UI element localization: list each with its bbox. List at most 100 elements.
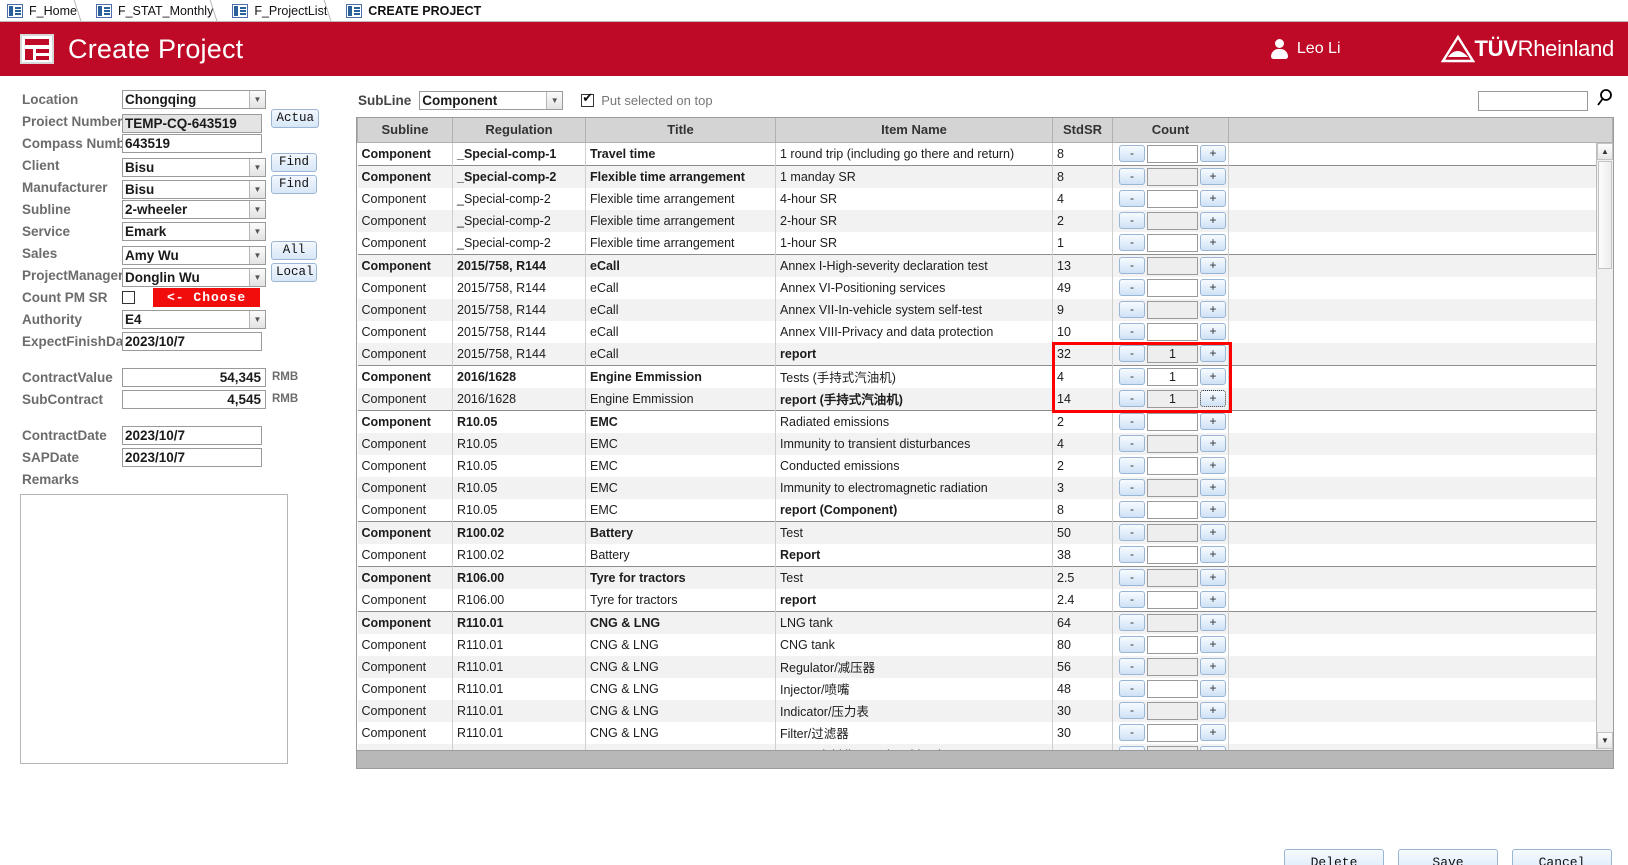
- count-decrement-button[interactable]: -: [1119, 479, 1145, 496]
- contract-value-input[interactable]: [122, 367, 266, 387]
- count-increment-button[interactable]: +: [1200, 301, 1226, 318]
- table-row[interactable]: Component R100.02 Battery Report 38- +: [357, 543, 1613, 566]
- count-input[interactable]: [1147, 523, 1198, 542]
- table-row[interactable]: Component 2015/758, R144 eCall report 32-1 +: [357, 342, 1613, 365]
- scroll-down-arrow-icon[interactable]: ▼: [1597, 732, 1613, 749]
- column-header-item-name[interactable]: Item Name: [775, 118, 1053, 143]
- table-row[interactable]: Component R10.05 EMC Radiated emissions 2- +: [357, 409, 1613, 433]
- count-increment-button[interactable]: +: [1200, 368, 1226, 385]
- compass-number-input[interactable]: [122, 133, 262, 153]
- count-increment-button[interactable]: +: [1200, 345, 1226, 362]
- count-input[interactable]: [1147, 500, 1198, 519]
- column-header-title[interactable]: Title: [585, 118, 776, 143]
- count-decrement-button[interactable]: -: [1119, 435, 1145, 452]
- count-input[interactable]: [1147, 723, 1198, 742]
- table-row[interactable]: Component R106.00 Tyre for tractors report 2…: [357, 588, 1613, 611]
- count-decrement-button[interactable]: -: [1119, 680, 1145, 697]
- table-row[interactable]: Component 2016/1628 Engine Emmission report…: [357, 387, 1613, 410]
- table-row[interactable]: Component _Special-comp-2 Flexible time ar…: [357, 164, 1613, 188]
- count-increment-button[interactable]: +: [1200, 390, 1226, 407]
- count-input[interactable]: [1147, 590, 1198, 609]
- count-increment-button[interactable]: +: [1200, 724, 1226, 741]
- count-decrement-button[interactable]: -: [1119, 457, 1145, 474]
- count-input[interactable]: [1147, 568, 1198, 587]
- count-input[interactable]: 1: [1147, 344, 1198, 363]
- table-row[interactable]: Component _Special-comp-2 Flexible time ar…: [357, 231, 1613, 254]
- count-decrement-button[interactable]: -: [1119, 614, 1145, 631]
- tab-f-projectlist[interactable]: F_ProjectList: [227, 0, 345, 21]
- count-increment-button[interactable]: +: [1200, 569, 1226, 586]
- count-input[interactable]: [1147, 189, 1198, 208]
- count-pm-sr-checkbox[interactable]: [122, 290, 135, 304]
- count-decrement-button[interactable]: -: [1119, 658, 1145, 675]
- table-row[interactable]: Component 2015/758, R144 eCall Annex VII-In…: [357, 298, 1613, 321]
- count-decrement-button[interactable]: -: [1119, 569, 1145, 586]
- horizontal-scrollbar[interactable]: [357, 750, 1613, 768]
- table-row[interactable]: Component R100.02 Battery Test 50- +: [357, 520, 1613, 544]
- table-row[interactable]: Component _Special-comp-2 Flexible time ar…: [357, 187, 1613, 210]
- count-decrement-button[interactable]: -: [1119, 368, 1145, 385]
- count-increment-button[interactable]: +: [1200, 457, 1226, 474]
- delete-button[interactable]: Delete: [1284, 849, 1384, 865]
- project-manager-local-button[interactable]: Local: [271, 263, 317, 282]
- count-input[interactable]: [1147, 679, 1198, 698]
- table-row[interactable]: Component R106.00 Tyre for tractors Test 2.5…: [357, 565, 1613, 589]
- search-icon[interactable]: [1594, 88, 1614, 113]
- count-increment-button[interactable]: +: [1200, 145, 1226, 162]
- sub-contract-input[interactable]: [122, 389, 266, 409]
- count-decrement-button[interactable]: -: [1119, 234, 1145, 251]
- count-decrement-button[interactable]: -: [1119, 501, 1145, 518]
- count-increment-button[interactable]: +: [1200, 413, 1226, 430]
- count-increment-button[interactable]: +: [1200, 658, 1226, 675]
- count-input[interactable]: [1147, 300, 1198, 319]
- count-decrement-button[interactable]: -: [1119, 591, 1145, 608]
- table-row[interactable]: Component R110.01 CNG & LNG Filter/过滤器 30- +: [357, 721, 1613, 744]
- user-menu[interactable]: Leo Li: [1270, 39, 1341, 59]
- count-input[interactable]: [1147, 613, 1198, 632]
- count-decrement-button[interactable]: -: [1119, 301, 1145, 318]
- count-decrement-button[interactable]: -: [1119, 345, 1145, 362]
- subline-filter-select[interactable]: Component: [419, 90, 564, 110]
- project-manager-select[interactable]: Donglin Wu: [122, 268, 266, 287]
- table-row[interactable]: Component _Special-comp-2 Flexible time ar…: [357, 209, 1613, 232]
- count-input[interactable]: [1147, 434, 1198, 453]
- tab-f-stat-monthly[interactable]: F_STAT_Monthly: [90, 0, 231, 21]
- count-decrement-button[interactable]: -: [1119, 724, 1145, 741]
- count-input[interactable]: 1: [1147, 367, 1198, 386]
- column-header-stdsr[interactable]: StdSR: [1052, 118, 1113, 143]
- tab-f-home[interactable]: F_Home: [2, 0, 95, 21]
- count-increment-button[interactable]: +: [1200, 279, 1226, 296]
- tab-create-project[interactable]: CREATE PROJECT: [341, 0, 498, 21]
- table-row[interactable]: Component R110.01 CNG & LNG Indicator/压力表 30…: [357, 699, 1613, 722]
- count-increment-button[interactable]: +: [1200, 323, 1226, 340]
- table-row[interactable]: Component R10.05 EMC Immunity to electromag…: [357, 476, 1613, 499]
- count-increment-button[interactable]: +: [1200, 546, 1226, 563]
- count-increment-button[interactable]: +: [1200, 702, 1226, 719]
- column-header-count[interactable]: Count: [1112, 118, 1229, 143]
- vertical-scrollbar[interactable]: ▲ ▼: [1596, 143, 1613, 749]
- count-input[interactable]: [1147, 233, 1198, 252]
- count-input[interactable]: [1147, 322, 1198, 341]
- count-input[interactable]: [1147, 412, 1198, 431]
- choose-button[interactable]: <- Choose: [153, 287, 261, 307]
- count-decrement-button[interactable]: -: [1119, 190, 1145, 207]
- count-decrement-button[interactable]: -: [1119, 390, 1145, 407]
- scrollbar-thumb[interactable]: [1598, 161, 1612, 269]
- count-increment-button[interactable]: +: [1200, 212, 1226, 229]
- count-increment-button[interactable]: +: [1200, 614, 1226, 631]
- table-row[interactable]: Component R110.01 CNG & LNG LNG tank 64- +: [357, 610, 1613, 634]
- count-decrement-button[interactable]: -: [1119, 524, 1145, 541]
- count-increment-button[interactable]: +: [1200, 524, 1226, 541]
- table-row[interactable]: Component R10.05 EMC Immunity to transient …: [357, 432, 1613, 455]
- table-row[interactable]: Component R10.05 EMC Conducted emissions 2- +: [357, 454, 1613, 477]
- table-row[interactable]: Component R110.01 CNG & LNG Injector/喷嘴 48- +: [357, 677, 1613, 700]
- count-increment-button[interactable]: +: [1200, 636, 1226, 653]
- count-increment-button[interactable]: +: [1200, 591, 1226, 608]
- count-decrement-button[interactable]: -: [1119, 168, 1145, 185]
- table-row[interactable]: Component R110.01 CNG & LNG CNG tank 80- +: [357, 633, 1613, 656]
- count-decrement-button[interactable]: -: [1119, 212, 1145, 229]
- count-input[interactable]: [1147, 167, 1198, 186]
- count-decrement-button[interactable]: -: [1119, 279, 1145, 296]
- count-decrement-button[interactable]: -: [1119, 702, 1145, 719]
- manufacturer-find-button[interactable]: Find: [271, 175, 317, 194]
